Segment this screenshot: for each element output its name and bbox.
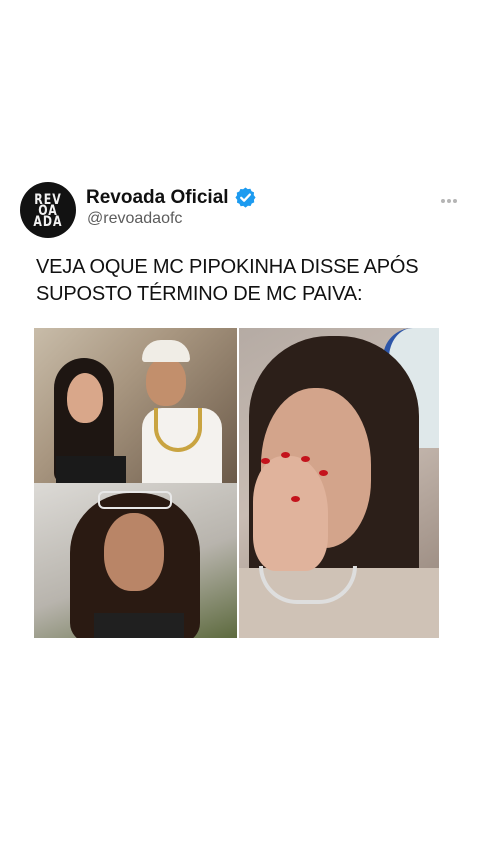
photo-couple[interactable] <box>34 328 237 483</box>
avatar[interactable]: REV OA ADA <box>20 182 76 238</box>
tweet-media-collage[interactable] <box>34 328 439 638</box>
tweet-text: VEJA OQUE MC PIPOKINHA DISSE APÓS SUPOST… <box>36 256 419 305</box>
more-options-icon[interactable] <box>440 190 460 203</box>
photo-woman-in-car[interactable] <box>239 328 439 638</box>
account-handle[interactable]: @revoadaofc <box>87 210 182 228</box>
verified-badge-icon <box>235 187 256 208</box>
avatar-text-line-3: ADA <box>33 212 63 230</box>
photo-woman-pigtails[interactable] <box>34 483 237 638</box>
account-name[interactable]: Revoada Oficial <box>86 187 229 209</box>
tweet-card: REV OA ADA Revoada Oficial @revoadaofc V… <box>20 182 460 642</box>
account-name-row: Revoada Oficial <box>86 186 257 209</box>
